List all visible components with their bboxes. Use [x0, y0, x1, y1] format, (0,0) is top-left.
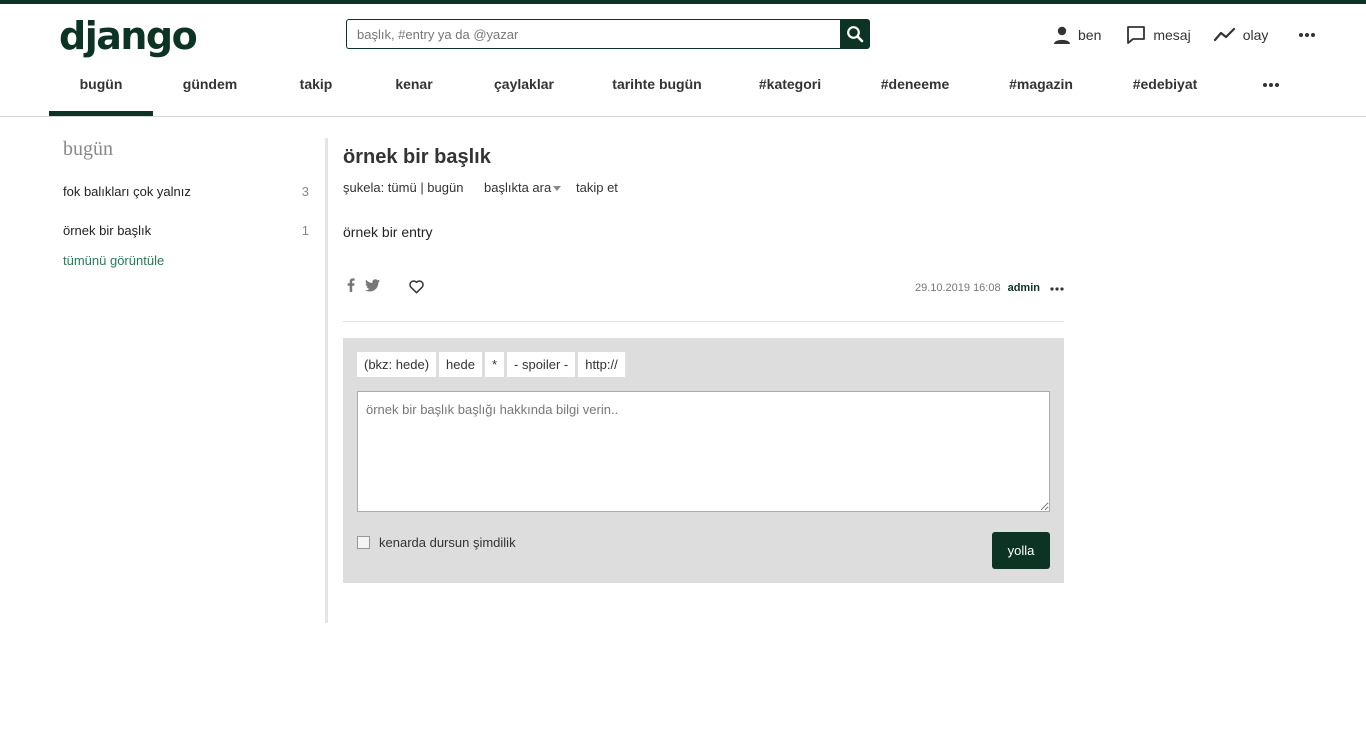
- entry-footer: 29.10.2019 16:08 admin: [343, 276, 1064, 300]
- sidebar-topic[interactable]: fok balıkları çok yalnız 3: [63, 184, 309, 199]
- tab-caylaklar[interactable]: çaylaklar: [479, 66, 569, 116]
- tool-link-button[interactable]: http://: [578, 352, 625, 377]
- entry-meta: 29.10.2019 16:08 admin: [915, 282, 1064, 294]
- user-nav-more-button[interactable]: [1298, 32, 1322, 38]
- sidebar-topic-title: örnek bir başlık: [63, 223, 152, 238]
- tab-deneeme[interactable]: #deneeme: [867, 66, 963, 116]
- sidebar-divider: [325, 138, 328, 623]
- tool-spoiler-button[interactable]: - spoiler -: [507, 352, 576, 377]
- sidebar-topic-count: 3: [301, 184, 309, 199]
- tab-tarihte-bugun[interactable]: tarihte bugün: [602, 66, 712, 116]
- entry-options-button[interactable]: [1050, 282, 1064, 294]
- search-input[interactable]: [346, 19, 840, 49]
- draft-label[interactable]: kenarda dursun şimdilik: [379, 535, 516, 550]
- favorite-button[interactable]: [409, 280, 424, 299]
- search-in-topic-label: başlıkta ara: [484, 180, 552, 195]
- search-bar: [346, 19, 870, 49]
- user-nav-olay[interactable]: olay: [1213, 26, 1269, 44]
- topic-title[interactable]: örnek bir başlık: [343, 146, 491, 169]
- entry-editor: (bkz: hede) hede * - spoiler - http:// k…: [343, 338, 1064, 583]
- logo[interactable]: django: [59, 12, 198, 60]
- tab-kategori[interactable]: #kategori: [745, 66, 835, 116]
- sidebar-title: bugün: [63, 138, 113, 160]
- user-nav: ben mesaj olay: [1052, 22, 1322, 48]
- more-icon: [1050, 287, 1064, 291]
- draft-option: kenarda dursun şimdilik: [357, 535, 516, 550]
- user-nav-ben-label: ben: [1078, 27, 1102, 43]
- twitter-icon[interactable]: [365, 278, 380, 292]
- entry-date[interactable]: 29.10.2019 16:08: [915, 282, 1001, 294]
- user-nav-ben[interactable]: ben: [1052, 25, 1101, 45]
- sukela-filter[interactable]: şukela: tümü | bugün: [343, 180, 463, 195]
- draft-checkbox[interactable]: [357, 536, 370, 549]
- activity-icon: [1213, 27, 1235, 42]
- search-button[interactable]: [840, 19, 870, 49]
- heart-icon: [409, 280, 424, 294]
- follow-link[interactable]: takip et: [576, 180, 618, 195]
- sidebar-topic[interactable]: örnek bir başlık 1: [63, 223, 309, 238]
- share-links: [347, 278, 380, 292]
- entry-divider: [343, 321, 1064, 322]
- submit-button[interactable]: yolla: [992, 532, 1050, 569]
- tab-more-button[interactable]: [1252, 66, 1290, 116]
- facebook-icon[interactable]: [347, 278, 355, 292]
- sidebar-topic-title: fok balıkları çok yalnız: [63, 184, 191, 199]
- more-icon: [1299, 33, 1316, 37]
- more-icon: [1263, 83, 1279, 88]
- user-nav-mesaj-label: mesaj: [1153, 27, 1191, 43]
- tab-kenar[interactable]: kenar: [374, 66, 454, 116]
- top-accent-bar: [0, 0, 1366, 4]
- see-all-link[interactable]: tümünü görüntüle: [63, 253, 164, 268]
- message-icon: [1127, 26, 1146, 44]
- tool-bkz-button[interactable]: (bkz: hede): [357, 352, 437, 377]
- entry-text: örnek bir entry: [343, 224, 433, 240]
- search-in-topic-dropdown[interactable]: başlıkta ara: [484, 180, 562, 195]
- tool-star-button[interactable]: *: [484, 352, 505, 377]
- tab-gundem[interactable]: gündem: [164, 66, 256, 116]
- tab-edebiyat[interactable]: #edebiyat: [1119, 66, 1211, 116]
- user-nav-mesaj[interactable]: mesaj: [1125, 24, 1191, 46]
- header-divider: [0, 116, 1366, 117]
- tool-hede-button[interactable]: hede: [439, 352, 482, 377]
- editor-toolbar: (bkz: hede) hede * - spoiler - http://: [357, 352, 625, 377]
- entry-author[interactable]: admin: [1008, 282, 1040, 294]
- tab-takip[interactable]: takip: [279, 66, 353, 116]
- tab-bugun[interactable]: bugün: [49, 66, 153, 116]
- entry-textarea[interactable]: [357, 391, 1050, 512]
- search-icon: [847, 26, 864, 43]
- sidebar-topic-count: 1: [301, 223, 309, 238]
- person-icon: [1054, 26, 1070, 44]
- user-nav-olay-label: olay: [1242, 27, 1269, 43]
- caret-down-icon: [553, 186, 562, 192]
- tab-magazin[interactable]: #magazin: [994, 66, 1088, 116]
